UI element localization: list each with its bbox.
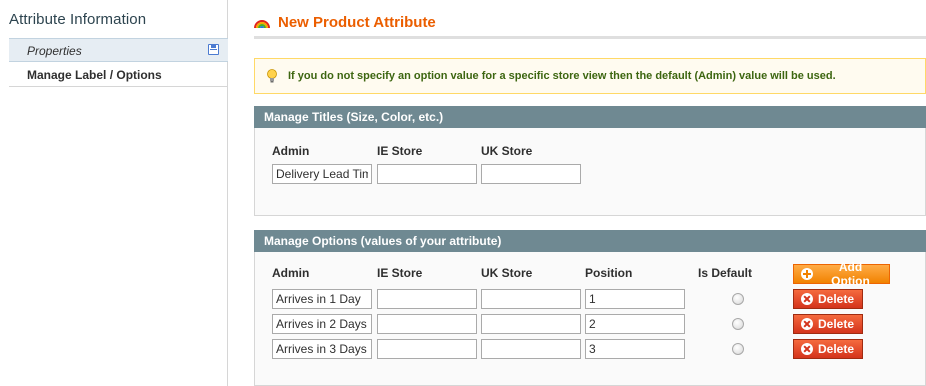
manage-options-heading: Manage Options (values of your attribute… — [254, 230, 926, 252]
delete-icon — [801, 293, 813, 305]
column-header-ie-store: IE Store — [377, 144, 423, 158]
title-admin-input[interactable] — [272, 164, 372, 184]
option-ie-store-input[interactable] — [377, 314, 477, 334]
title-uk-store-input[interactable] — [481, 164, 581, 184]
notice-text: If you do not specify an option value fo… — [288, 70, 836, 82]
column-header-admin: Admin — [272, 144, 310, 158]
column-header-is-default: Is Default — [698, 266, 753, 280]
delete-option-button[interactable]: Delete — [793, 289, 863, 309]
option-ie-store-input[interactable] — [377, 339, 477, 359]
option-position-input[interactable] — [585, 339, 685, 359]
column-header-position: Position — [585, 266, 633, 280]
manage-options-section: Manage Options (values of your attribute… — [254, 230, 926, 386]
delete-label: Delete — [818, 342, 855, 356]
sidebar-title: Attribute Information — [9, 11, 147, 28]
lightbulb-icon — [267, 69, 277, 83]
delete-option-button[interactable]: Delete — [793, 339, 863, 359]
is-default-radio[interactable] — [732, 318, 744, 330]
add-option-label: Add Option — [831, 260, 870, 288]
delete-icon — [801, 318, 813, 330]
delete-icon — [801, 343, 813, 355]
tab-properties[interactable]: Properties — [9, 38, 228, 62]
tab-manage-labels-options[interactable]: Manage Label / Options — [9, 63, 228, 87]
delete-label: Delete — [818, 317, 855, 331]
option-admin-input[interactable] — [272, 289, 372, 309]
option-admin-input[interactable] — [272, 339, 372, 359]
notice-message: If you do not specify an option value fo… — [254, 58, 926, 94]
is-default-radio[interactable] — [732, 343, 744, 355]
column-header-uk-store: UK Store — [481, 144, 533, 158]
is-default-radio[interactable] — [732, 293, 744, 305]
manage-titles-body: Admin IE Store UK Store — [254, 128, 926, 216]
header-divider — [254, 36, 926, 39]
column-header-admin: Admin — [272, 266, 310, 280]
column-header-ie-store: IE Store — [377, 266, 423, 280]
sidebar: Attribute Information Properties Manage … — [0, 0, 228, 386]
add-option-button[interactable]: Add Option — [793, 260, 890, 288]
rainbow-icon — [254, 20, 270, 29]
option-uk-store-input[interactable] — [481, 339, 581, 359]
option-ie-store-input[interactable] — [377, 289, 477, 309]
column-header-uk-store: UK Store — [481, 266, 533, 280]
option-admin-input[interactable] — [272, 314, 372, 334]
manage-options-body: Admin IE Store UK Store Position Is Defa… — [254, 252, 926, 386]
delete-label: Delete — [818, 292, 855, 306]
page-title: New Product Attribute — [278, 14, 436, 31]
delete-option-button[interactable]: Delete — [793, 314, 863, 334]
save-icon — [208, 44, 219, 55]
option-position-input[interactable] — [585, 289, 685, 309]
title-ie-store-input[interactable] — [377, 164, 477, 184]
add-icon — [801, 268, 813, 280]
option-uk-store-input[interactable] — [481, 289, 581, 309]
option-uk-store-input[interactable] — [481, 314, 581, 334]
option-position-input[interactable] — [585, 314, 685, 334]
tab-manage-labels-options-label: Manage Label / Options — [27, 68, 162, 82]
manage-titles-heading: Manage Titles (Size, Color, etc.) — [254, 106, 926, 128]
manage-titles-section: Manage Titles (Size, Color, etc.) Admin … — [254, 106, 926, 216]
tab-properties-label: Properties — [27, 44, 82, 58]
